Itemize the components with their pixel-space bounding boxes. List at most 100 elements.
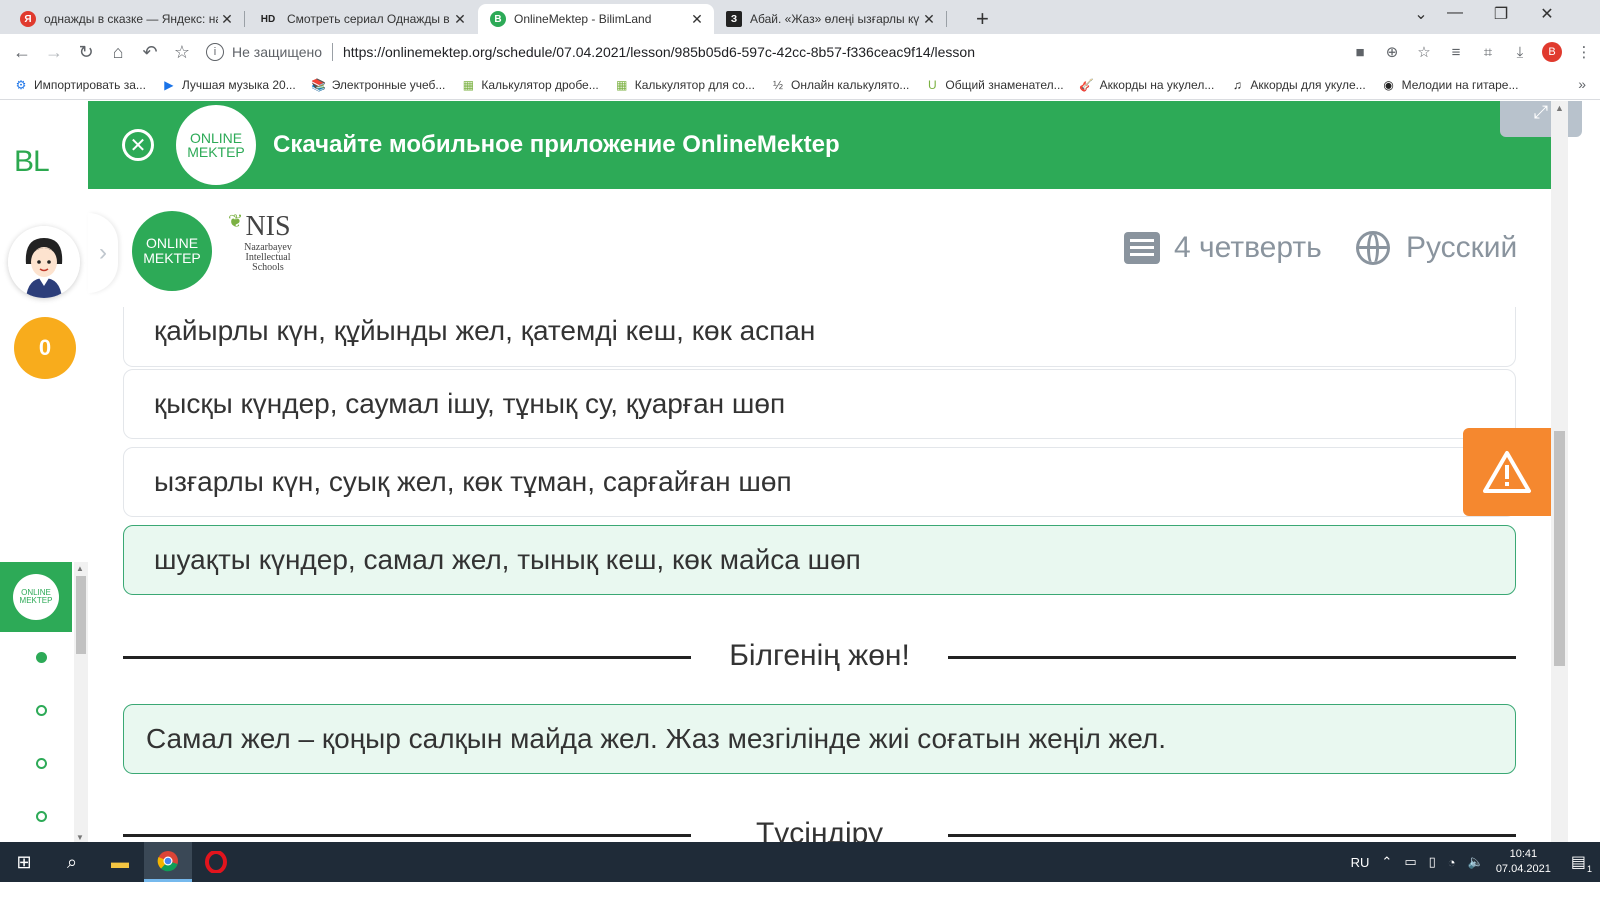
- download-icon[interactable]: ⤓: [1504, 44, 1536, 61]
- onlinemektep-header-logo[interactable]: ONLINE MEKTEP: [132, 211, 212, 291]
- tab-title: Абай. «Жаз» өлеңі ызғарлы күн: [750, 12, 920, 26]
- bookmark-item[interactable]: U Общий знаменател...: [925, 78, 1064, 92]
- security-status: Не защищено: [232, 44, 322, 60]
- menu-dots-icon[interactable]: ⋮: [1568, 43, 1600, 61]
- opera-icon[interactable]: [192, 842, 240, 882]
- bilimland-logo[interactable]: BL: [14, 145, 50, 179]
- bookmark-item[interactable]: 📚 Электронные учеб...: [311, 77, 445, 92]
- bookmark-star-icon[interactable]: ☆: [166, 36, 198, 68]
- reading-list-icon[interactable]: ≡: [1440, 44, 1472, 61]
- page-scroll-thumb[interactable]: [1554, 431, 1565, 666]
- zoom-icon[interactable]: ⊕: [1376, 43, 1408, 61]
- onlinemektep-mini-logo: ONLINE MEKTEP: [13, 574, 59, 620]
- maximize-icon[interactable]: ❐: [1478, 4, 1524, 24]
- window-close-icon[interactable]: ✕: [1524, 4, 1570, 24]
- back-arrow-icon[interactable]: ←: [6, 36, 38, 68]
- calculator-icon: ▦: [462, 77, 475, 92]
- info-text: Самал жел – қоңыр салқын майда жел. Жаз …: [146, 723, 1167, 754]
- search-icon[interactable]: ⌕: [48, 842, 96, 882]
- url-text[interactable]: https://onlinemektep.org/schedule/07.04.…: [343, 44, 975, 60]
- bookmark-item[interactable]: ▦ Калькулятор дробе...: [461, 77, 599, 92]
- language-selector[interactable]: Русский: [1356, 231, 1517, 265]
- banner-message[interactable]: Скачайте мобильное приложение OnlineMekt…: [273, 131, 840, 159]
- network-icon[interactable]: ▭: [1404, 854, 1416, 870]
- answer-option-1[interactable]: қайырлы күн, құйынды жел, қатемді кеш, к…: [123, 307, 1516, 367]
- volume-icon[interactable]: 🔈: [1468, 854, 1484, 870]
- quarter-label: 4 четверть: [1174, 231, 1322, 264]
- browser-tab-series[interactable]: HD Смотреть сериал Однажды в ск ✕: [245, 4, 477, 34]
- profile-avatar[interactable]: B: [1536, 42, 1568, 62]
- tab-close-icon[interactable]: ✕: [920, 11, 938, 28]
- bookmark-item[interactable]: ▶ Лучшая музыка 20...: [162, 78, 295, 92]
- report-warning-button[interactable]: [1463, 428, 1551, 516]
- scroll-up-arrow-icon[interactable]: ▲: [1555, 103, 1564, 113]
- book-icon: 📚: [311, 77, 327, 92]
- bookmark-item[interactable]: 🎸 Аккорды на укулел...: [1079, 78, 1214, 92]
- yandex-favicon-icon: Я: [20, 11, 36, 27]
- file-explorer-icon[interactable]: ▬: [96, 842, 144, 882]
- fullscreen-expand-icon[interactable]: ⤢: [1500, 101, 1582, 137]
- bookmark-item[interactable]: ½ Онлайн калькулято...: [771, 78, 909, 92]
- chrome-icon[interactable]: [144, 842, 192, 882]
- page-scrollbar[interactable]: ▲ ▼: [1551, 101, 1568, 860]
- bookmark-item[interactable]: ◉ Мелодии на гитаре...: [1382, 78, 1518, 92]
- info-icon[interactable]: i: [206, 43, 224, 61]
- lesson-step-dot-3[interactable]: [36, 758, 47, 769]
- divider-line: [948, 656, 1516, 659]
- new-tab-button[interactable]: +: [976, 6, 989, 32]
- opera-logo-icon: [205, 851, 227, 873]
- warning-icon: [1483, 451, 1531, 493]
- usb-icon[interactable]: ▯: [1429, 854, 1436, 870]
- clock-date: 07.04.2021: [1495, 863, 1551, 875]
- browser-tab-onlinemektep[interactable]: B OnlineMektep - BilimLand ✕: [478, 4, 714, 34]
- clock[interactable]: 10:41 07.04.2021: [1496, 847, 1551, 877]
- lesson-nav-home[interactable]: ONLINE MEKTEP: [0, 562, 72, 632]
- quarter-selector[interactable]: 4 четверть: [1124, 231, 1322, 265]
- system-tray: RU ⌃ ▭ ▯ ◔ 🔈 10:41 07.04.2021 ▤ 1: [1345, 842, 1600, 882]
- camera-icon[interactable]: ■: [1344, 44, 1376, 61]
- tab-close-icon[interactable]: ✕: [451, 11, 469, 28]
- banner-close-icon[interactable]: ✕: [122, 129, 154, 161]
- star-icon[interactable]: ☆: [1408, 43, 1440, 61]
- answer-option-2[interactable]: қысқы күндер, саумал ішу, тұнық су, қуар…: [123, 369, 1516, 439]
- forward-arrow-icon[interactable]: →: [38, 36, 70, 68]
- wifi-icon[interactable]: ◔: [1448, 855, 1456, 870]
- scroll-down-arrow-icon[interactable]: ▼: [76, 833, 84, 842]
- answer-option-4-selected[interactable]: шуақты күндер, самал жел, тынық кеш, көк…: [123, 525, 1516, 595]
- minimize-icon[interactable]: —: [1432, 4, 1478, 22]
- tab-close-icon[interactable]: ✕: [688, 11, 706, 28]
- windows-start-icon[interactable]: ⊞: [0, 842, 48, 882]
- tab-separator: [946, 11, 947, 27]
- music-note-icon: ♫: [1232, 77, 1242, 92]
- answer-option-3[interactable]: ызғарлы күн, суық жел, көк тұман, сарғай…: [123, 447, 1516, 517]
- page-content: BL 0 ONLINE MEKTEP ▲ ▼ ✕ ONLINE MEKTEP С…: [0, 101, 1600, 860]
- bookmark-item[interactable]: ⚙ Импортировать за...: [14, 78, 146, 92]
- tray-chevron-up-icon[interactable]: ⌃: [1381, 854, 1392, 870]
- tab-close-icon[interactable]: ✕: [218, 11, 236, 28]
- browser-tab-abai[interactable]: З Абай. «Жаз» өлеңі ызғарлы күн ✕: [714, 4, 946, 34]
- lesson-step-dot-1[interactable]: [36, 652, 47, 663]
- bookmark-item[interactable]: ♫ Аккорды для укуле...: [1230, 77, 1366, 92]
- lesson-step-dot-2[interactable]: [36, 705, 47, 716]
- undo-icon[interactable]: ↶: [134, 36, 166, 68]
- sidebar-scrollbar[interactable]: ▲ ▼: [74, 562, 88, 844]
- profile-letter: B: [1542, 42, 1562, 62]
- lesson-step-dot-4[interactable]: [36, 811, 47, 822]
- bookmarks-overflow-icon[interactable]: »: [1578, 76, 1586, 92]
- address-bar[interactable]: i Не защищено https://onlinemektep.org/s…: [206, 38, 1406, 66]
- sidebar-scroll-thumb[interactable]: [76, 576, 86, 654]
- score-badge: 0: [14, 317, 76, 379]
- browser-toolbar: ← → ↻ ⌂ ↶ ☆ i Не защищено https://online…: [0, 34, 1600, 70]
- notifications-icon[interactable]: ▤ 1: [1571, 852, 1592, 874]
- reload-icon[interactable]: ↻: [70, 36, 102, 68]
- gear-icon: ⚙: [15, 77, 27, 92]
- avatar[interactable]: [8, 226, 80, 298]
- sidebar-toggle-chevron-right-icon[interactable]: ›: [88, 213, 118, 293]
- crop-icon[interactable]: ⌗: [1472, 44, 1504, 61]
- logo-top-text: ONLINE: [145, 235, 199, 251]
- home-icon[interactable]: ⌂: [102, 36, 134, 68]
- scroll-up-arrow-icon[interactable]: ▲: [76, 564, 84, 573]
- browser-tab-yandex[interactable]: Я однажды в сказке — Яндекс: на ✕: [8, 4, 244, 34]
- bookmark-item[interactable]: ▦ Калькулятор для со...: [615, 78, 755, 92]
- input-language[interactable]: RU: [1351, 855, 1370, 870]
